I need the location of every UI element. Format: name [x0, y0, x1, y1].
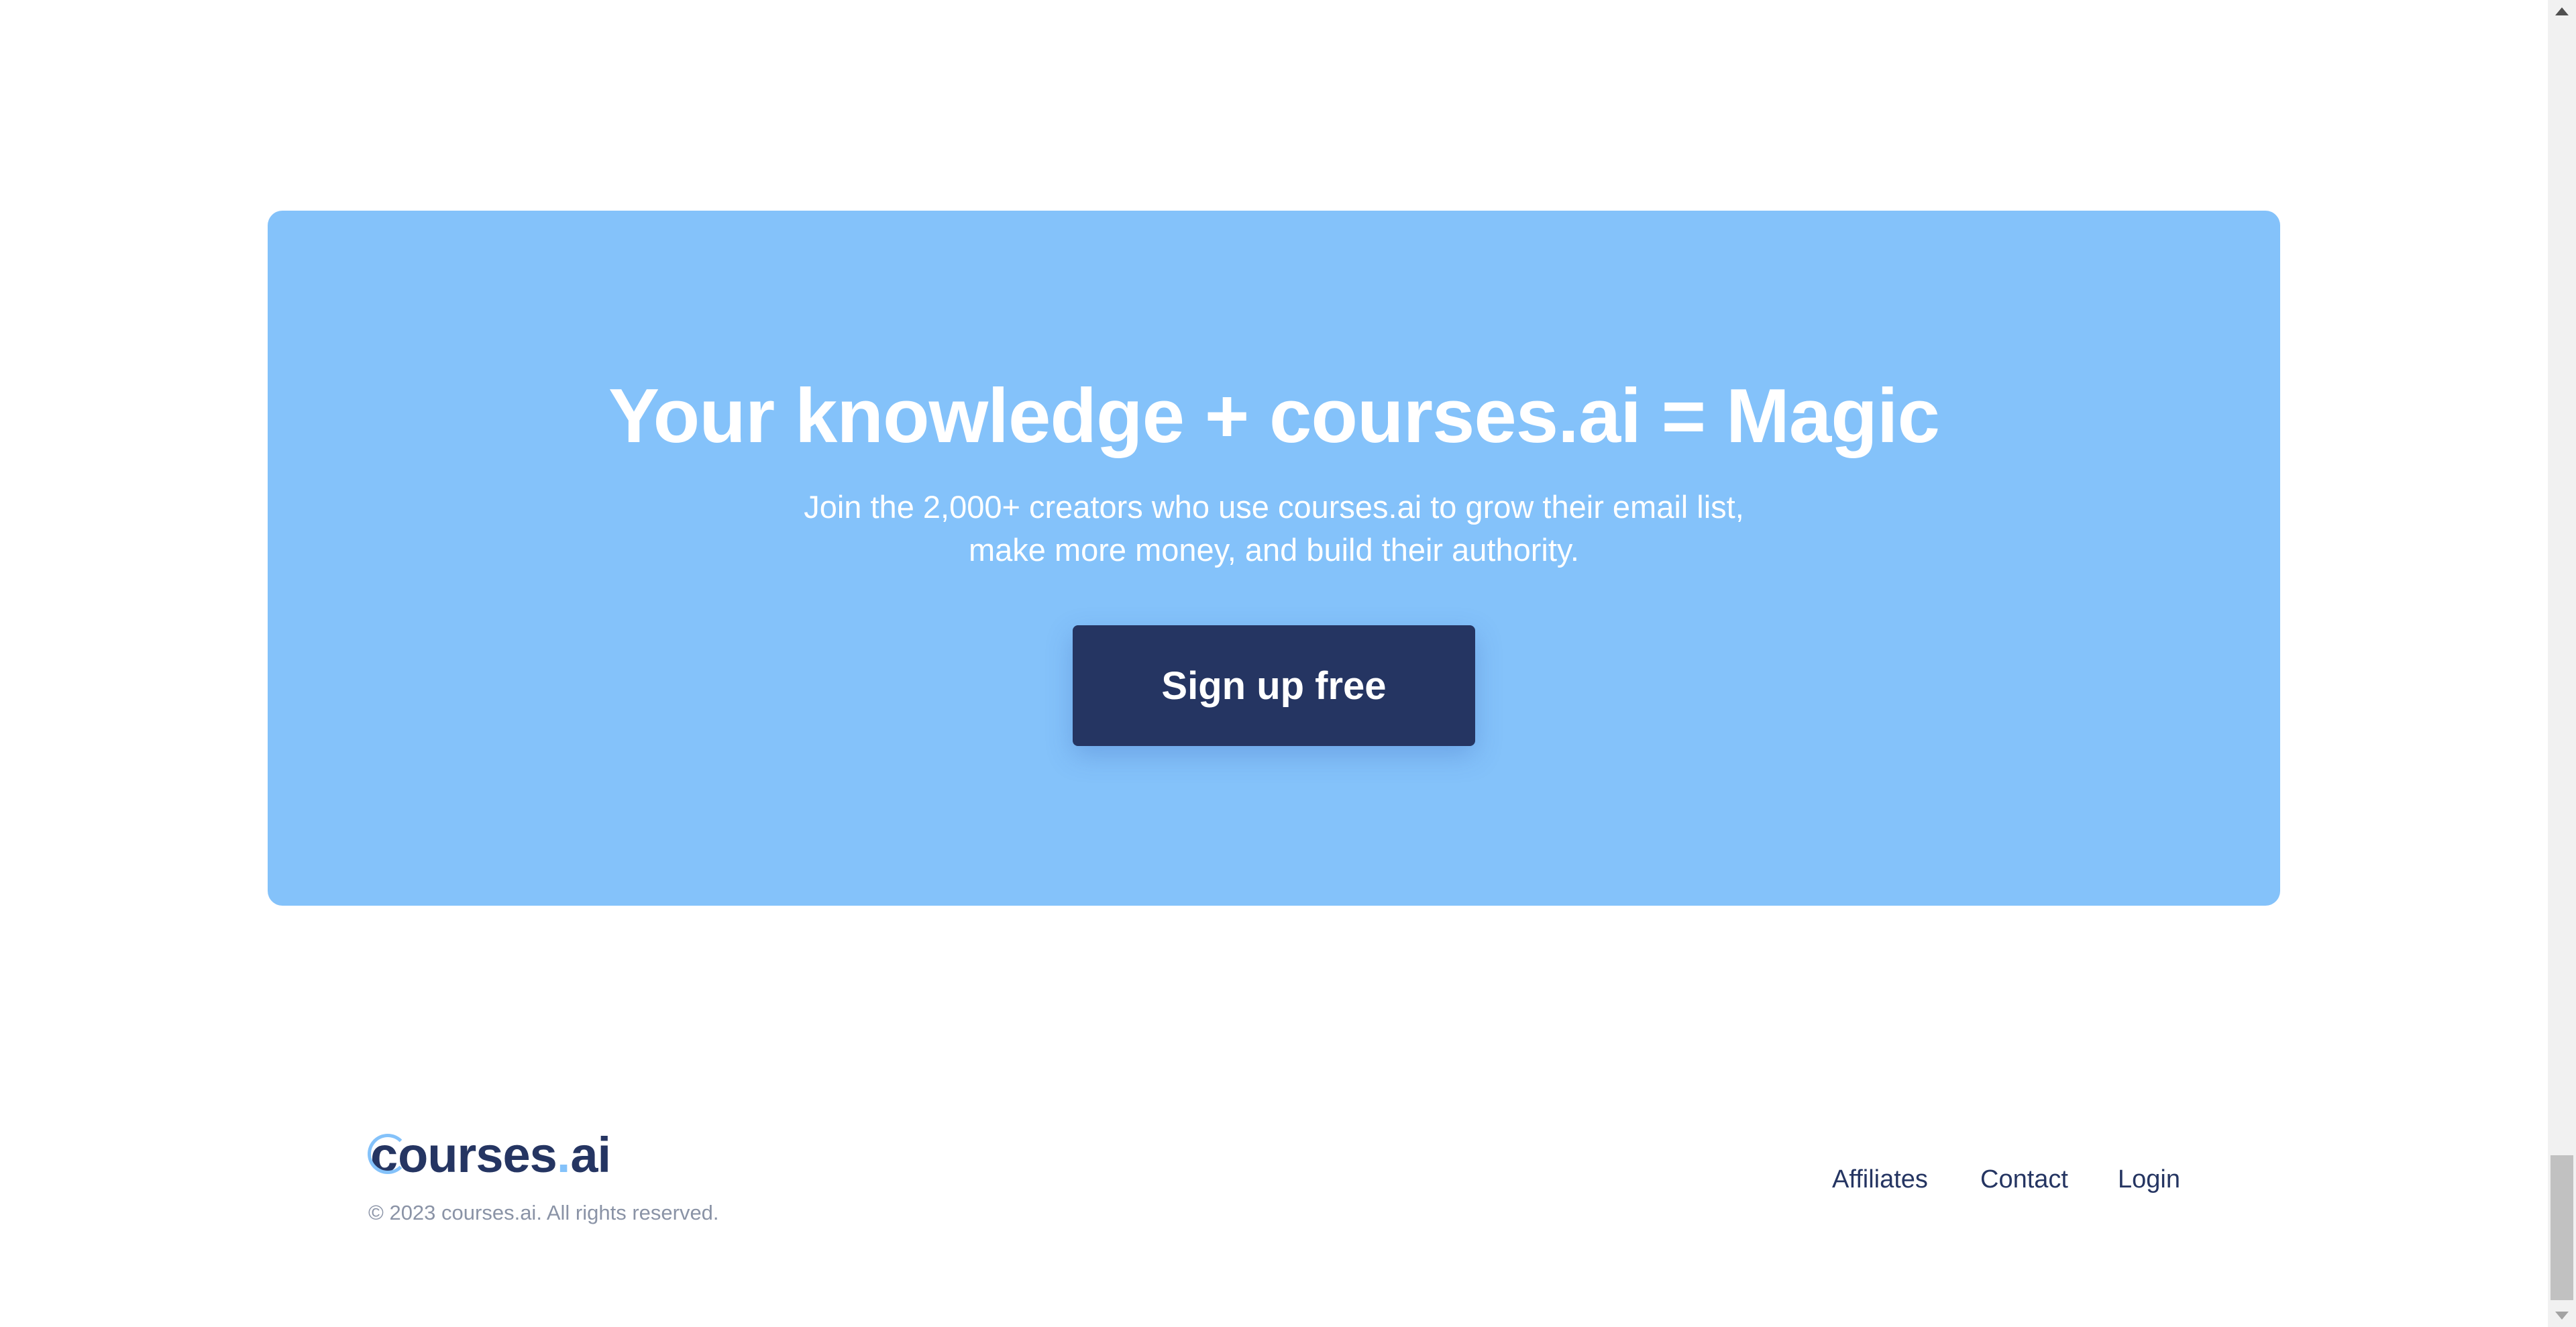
page: Your knowledge + courses.ai = Magic Join… [0, 0, 2576, 1327]
footer-link-login[interactable]: Login [2118, 1163, 2180, 1196]
footer-copyright: © 2023 courses.ai. All rights reserved. [368, 1201, 719, 1224]
cta-subtitle-line-1: Join the 2,000+ creators who use courses… [804, 489, 1744, 525]
footer-link-contact[interactable]: Contact [1980, 1163, 2068, 1196]
triangle-down-icon [2555, 1312, 2569, 1320]
sign-up-free-button[interactable]: Sign up free [1073, 625, 1475, 746]
cta-title: Your knowledge + courses.ai = Magic [608, 374, 1940, 459]
cta-banner: Your knowledge + courses.ai = Magic Join… [268, 211, 2280, 906]
logo-ring-icon [368, 1134, 408, 1174]
cta-subtitle: Join the 2,000+ creators who use courses… [268, 486, 2280, 572]
footer-link-affiliates[interactable]: Affiliates [1832, 1163, 1928, 1196]
cta-subtitle-line-2: make more money, and build their authori… [969, 532, 1579, 568]
footer-logo[interactable]: c ourses . ai [368, 1127, 611, 1183]
logo-c-mark: c [368, 1127, 408, 1183]
scroll-down-button[interactable] [2548, 1304, 2576, 1327]
scroll-up-button[interactable] [2548, 0, 2576, 23]
vertical-scrollbar[interactable] [2548, 0, 2576, 1327]
scrollbar-thumb[interactable] [2551, 1155, 2573, 1300]
logo-dot: . [556, 1127, 571, 1183]
logo-suffix: ai [570, 1127, 611, 1183]
logo-word: ourses [398, 1127, 557, 1183]
triangle-up-icon [2555, 7, 2569, 15]
